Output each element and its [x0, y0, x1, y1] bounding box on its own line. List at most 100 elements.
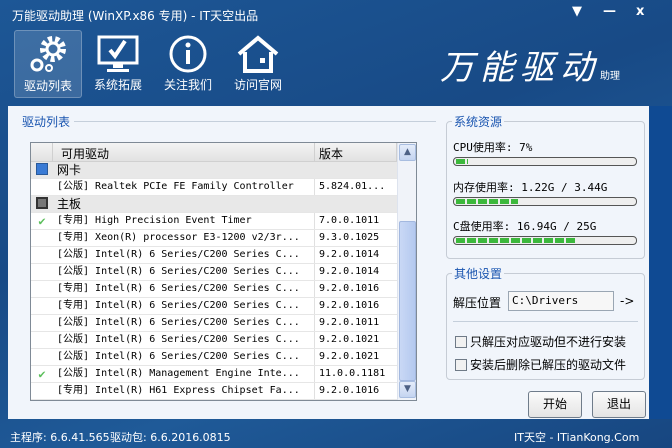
mem-bar-fill: [456, 199, 519, 204]
driver-name: [公版] Intel(R) 6 Series/C200 Series C...: [53, 332, 315, 348]
checkbox-label: 安装后删除已解压的驱动文件: [470, 358, 627, 372]
driver-name: [公版] Intel(R) 6 Series/C200 Series C...: [53, 349, 315, 365]
scroll-up-button[interactable]: ▲: [399, 144, 416, 161]
table-row[interactable]: ✔ [专用] High Precision Event Timer 7.0.0.10…: [31, 213, 416, 230]
network-icon: [31, 162, 53, 178]
checkbox-box[interactable]: [455, 335, 467, 348]
scroll-down-button[interactable]: ▼: [399, 381, 416, 398]
driver-list-heading: 驱动列表: [20, 113, 73, 130]
info-icon: [169, 35, 207, 73]
driver-name: [专用] Intel(R) H61 Express Chipset Fa...: [53, 383, 315, 399]
driver-list[interactable]: 可用驱动 版本 网卡 [公版] Realtek PCIe FE Family Co…: [30, 142, 417, 401]
main-version: 主程序: 6.6.41.565: [10, 431, 110, 444]
table-row[interactable]: [专用] Intel(R) 6 Series/C200 Series C... 9…: [31, 281, 416, 298]
driver-version: 9.2.0.1016: [319, 283, 380, 294]
nav-label: 驱动列表: [23, 79, 72, 93]
header-version[interactable]: 版本: [315, 143, 397, 161]
table-row[interactable]: [公版] Intel(R) 6 Series/C200 Series C... 9…: [31, 332, 416, 349]
disk-bar: [453, 236, 637, 245]
driver-version: 9.2.0.1014: [319, 266, 380, 277]
driver-name: [专用] Intel(R) 6 Series/C200 Series C...: [53, 298, 315, 314]
driver-version: 9.2.0.1021: [319, 351, 380, 362]
driver-version: 11.0.0.1181: [319, 368, 386, 379]
driver-name: [公版] Intel(R) 6 Series/C200 Series C...: [53, 264, 315, 280]
extract-label: 解压位置: [453, 296, 502, 310]
nav-follow-us[interactable]: 关注我们: [154, 30, 222, 98]
driver-version: 9.3.0.1025: [319, 232, 380, 243]
chip-icon: [31, 196, 53, 212]
header-blank: [31, 143, 53, 161]
settings-heading: 其他设置: [452, 265, 505, 282]
nav-website[interactable]: 访问官网: [224, 30, 292, 98]
check-icon: ✔: [38, 367, 46, 381]
table-row[interactable]: [公版] Intel(R) 6 Series/C200 Series C... 9…: [31, 349, 416, 366]
resources-heading: 系统资源: [452, 113, 505, 130]
driver-version: 5.824.01...: [319, 181, 386, 192]
disk-bar-fill: [456, 238, 578, 243]
divider: [453, 321, 638, 322]
mem-bar: [453, 197, 637, 206]
driver-version: 7.0.0.1011: [319, 215, 380, 226]
nav-label: 访问官网: [233, 78, 282, 92]
group-label: 网卡: [57, 163, 82, 177]
logo-sub: 助理: [600, 71, 620, 82]
table-row[interactable]: [公版] Realtek PCIe FE Family Controller 5.…: [31, 179, 416, 196]
window-title: 万能驱动助理 (WinXP.x86 专用) - IT天空出品: [12, 9, 259, 23]
cpu-label: CPU使用率: 7%: [453, 141, 533, 154]
driver-name: [公版] Intel(R) Management Engine Inte...: [53, 366, 315, 382]
driver-version: 9.2.0.1021: [319, 334, 380, 345]
table-row[interactable]: [专用] Xeon(R) processor E3-1200 v2/3r... 9…: [31, 230, 416, 247]
app-logo: 万能驱动助理: [440, 40, 620, 89]
start-button[interactable]: 开始: [528, 391, 582, 418]
cpu-bar: [453, 157, 637, 166]
scroll-thumb[interactable]: [399, 221, 416, 381]
table-row[interactable]: [专用] Intel(R) 6 Series/C200 Series C... 9…: [31, 298, 416, 315]
site-link[interactable]: IT天空 - ITianKong.Com: [514, 429, 639, 445]
driver-name: [公版] Realtek PCIe FE Family Controller: [53, 179, 315, 195]
table-row[interactable]: [专用] Intel(R) H61 Express Chipset Fa... 9…: [31, 383, 416, 400]
list-rows: 网卡 [公版] Realtek PCIe FE Family Controller…: [31, 162, 416, 400]
nav-system-ext[interactable]: 系统拓展: [84, 30, 152, 98]
driver-name: [公版] Intel(R) 6 Series/C200 Series C...: [53, 315, 315, 331]
cpu-bar-fill: [456, 159, 469, 164]
driver-version: 9.2.0.1014: [319, 249, 380, 260]
nav-driver-list[interactable]: 驱动列表: [14, 30, 82, 98]
exit-button[interactable]: 退出: [592, 391, 646, 418]
minimize-button[interactable]: —: [603, 4, 616, 19]
extract-path-input[interactable]: C:\Drivers: [508, 291, 614, 311]
mem-label: 内存使用率: 1.22G / 3.44G: [453, 181, 608, 194]
driver-name: [专用] High Precision Event Timer: [53, 213, 315, 229]
menu-button[interactable]: ▼: [572, 4, 582, 19]
list-group-row[interactable]: 网卡: [31, 162, 416, 179]
scrollbar[interactable]: ▲ ▼: [397, 143, 416, 400]
nav-label: 关注我们: [163, 78, 212, 92]
driver-name: [专用] Intel(R) 6 Series/C200 Series C...: [53, 281, 315, 297]
driver-version: 9.2.0.1011: [319, 317, 380, 328]
list-header: 可用驱动 版本: [31, 143, 416, 162]
table-row[interactable]: [公版] Intel(R) 6 Series/C200 Series C... 9…: [31, 315, 416, 332]
driver-version: 9.2.0.1016: [319, 385, 380, 396]
gears-icon: [30, 36, 66, 72]
table-row[interactable]: ✔ [公版] Intel(R) Management Engine Inte...…: [31, 366, 416, 383]
checkbox-label: 只解压对应驱动但不进行安装: [470, 335, 627, 349]
check-icon: ✔: [38, 214, 46, 228]
driver-version: 9.2.0.1016: [319, 300, 380, 311]
extract-only-checkbox[interactable]: 只解压对应驱动但不进行安装: [455, 333, 626, 350]
app-window: 万能驱动助理 (WinXP.x86 专用) - IT天空出品 ▼ — x 驱动列…: [0, 0, 672, 448]
checkbox-box[interactable]: [455, 358, 467, 371]
list-group-row[interactable]: 主板: [31, 196, 416, 213]
monitor-check-icon: [97, 35, 139, 72]
logo-text: 万能驱动: [440, 48, 600, 88]
header-driver[interactable]: 可用驱动: [53, 143, 315, 161]
driver-name: [公版] Intel(R) 6 Series/C200 Series C...: [53, 247, 315, 263]
delete-after-checkbox[interactable]: 安装后删除已解压的驱动文件: [455, 356, 626, 373]
table-row[interactable]: [公版] Intel(R) 6 Series/C200 Series C... 9…: [31, 264, 416, 281]
driver-name: [专用] Xeon(R) processor E3-1200 v2/3r...: [53, 230, 315, 246]
home-icon: [237, 35, 279, 73]
nav-label: 系统拓展: [93, 78, 142, 92]
browse-button[interactable]: ->: [620, 294, 634, 308]
table-row[interactable]: [公版] Intel(R) 6 Series/C200 Series C... 9…: [31, 247, 416, 264]
divider: [74, 121, 436, 122]
right-strip: [649, 106, 672, 419]
close-button[interactable]: x: [636, 4, 644, 19]
